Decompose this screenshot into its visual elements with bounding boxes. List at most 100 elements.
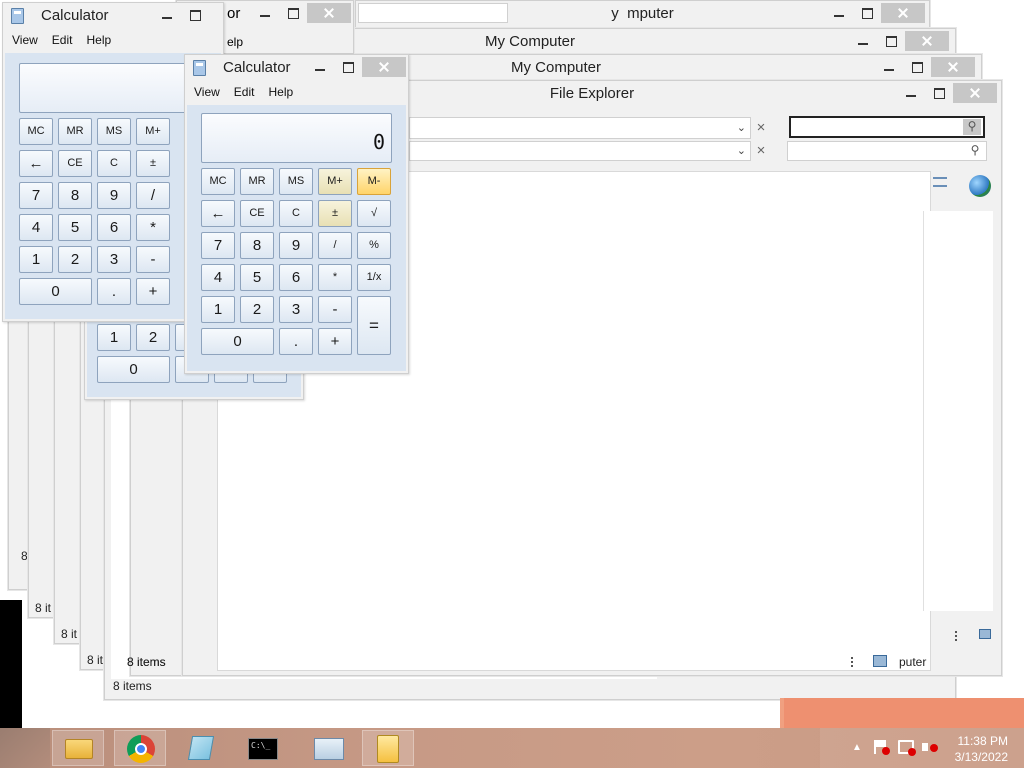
- minimize-button[interactable]: [849, 31, 877, 51]
- menu-view[interactable]: View: [187, 83, 227, 103]
- minimize-button[interactable]: [251, 3, 279, 23]
- taskbar-chrome[interactable]: [114, 730, 166, 766]
- window-controls[interactable]: [306, 57, 406, 77]
- calc-key-reciprocal[interactable]: 1/x: [357, 264, 391, 291]
- window-controls[interactable]: [153, 5, 209, 25]
- background-window-top[interactable]: y mputer: [355, 0, 930, 28]
- calc-key-2[interactable]: 2: [58, 246, 92, 273]
- calc-key-3[interactable]: 3: [279, 296, 313, 323]
- calc-key-percent[interactable]: %: [357, 232, 391, 259]
- menu-help[interactable]: Help: [261, 83, 300, 103]
- menu-edit[interactable]: Edit: [227, 83, 262, 103]
- calc-key-backspace[interactable]: ←: [19, 150, 53, 177]
- menu-view[interactable]: View: [5, 31, 45, 51]
- calc-key-1[interactable]: 1: [19, 246, 53, 273]
- close-button[interactable]: [307, 3, 351, 23]
- calculator-window[interactable]: Calculator View Edit Help 0 MC MR MS M+ …: [184, 54, 409, 374]
- calc-key-8[interactable]: 8: [240, 232, 274, 259]
- volume-muted-icon[interactable]: [922, 740, 938, 754]
- calc-key-decimal[interactable]: .: [279, 328, 313, 355]
- calc-key-multiply[interactable]: *: [318, 264, 352, 291]
- calc-key-mplus[interactable]: M+: [136, 118, 170, 145]
- taskbar-calculator[interactable]: [362, 730, 414, 766]
- minimize-button[interactable]: [875, 57, 903, 77]
- calc-key-0[interactable]: 0: [19, 278, 92, 305]
- calc-key-7[interactable]: 7: [19, 182, 53, 209]
- calc-key-divide[interactable]: /: [136, 182, 170, 209]
- minimize-button[interactable]: [153, 5, 181, 25]
- calc-key-6[interactable]: 6: [279, 264, 313, 291]
- calc-key-0[interactable]: 0: [97, 356, 170, 383]
- close-button[interactable]: [881, 3, 925, 23]
- menu-help[interactable]: Help: [79, 31, 118, 51]
- search-input-secondary[interactable]: ⚲: [787, 141, 987, 161]
- minimize-button[interactable]: [306, 57, 334, 77]
- calc-key-equals[interactable]: =: [357, 296, 391, 355]
- calc-key-4[interactable]: 4: [201, 264, 235, 291]
- maximize-button[interactable]: [925, 83, 953, 103]
- calc-key-0[interactable]: 0: [201, 328, 274, 355]
- search-icon[interactable]: ⚲: [963, 119, 981, 135]
- close-button[interactable]: [362, 57, 406, 77]
- clock[interactable]: 11:38 PM 3/13/2022: [955, 733, 1008, 765]
- calc-key-c[interactable]: C: [97, 150, 131, 177]
- calc-key-ms[interactable]: MS: [279, 168, 313, 195]
- minimize-button[interactable]: [825, 3, 853, 23]
- menu-edit[interactable]: Edit: [45, 31, 80, 51]
- calc-key-7[interactable]: 7: [201, 232, 235, 259]
- maximize-button[interactable]: [334, 57, 362, 77]
- address-bar-secondary[interactable]: ⌄: [409, 141, 751, 161]
- calc-key-4[interactable]: 4: [19, 214, 53, 241]
- window-controls[interactable]: [875, 57, 975, 77]
- menu-fragment[interactable]: elp: [227, 35, 243, 49]
- calc-key-3[interactable]: 3: [97, 246, 131, 273]
- calc-key-decimal[interactable]: .: [97, 278, 131, 305]
- thumbnail-view-icon[interactable]: [979, 629, 991, 639]
- calc-key-sqrt[interactable]: √: [357, 200, 391, 227]
- calc-key-minus[interactable]: -: [318, 296, 352, 323]
- window-controls[interactable]: [825, 3, 925, 23]
- calc-key-plus[interactable]: +: [318, 328, 352, 355]
- calc-key-divide[interactable]: /: [318, 232, 352, 259]
- calc-key-5[interactable]: 5: [58, 214, 92, 241]
- action-center-flag-icon[interactable]: [874, 740, 890, 755]
- calc-key-c[interactable]: C: [279, 200, 313, 227]
- calc-key-mc[interactable]: MC: [201, 168, 235, 195]
- calc-key-mminus[interactable]: M-: [357, 168, 391, 195]
- background-window-orange[interactable]: [780, 698, 1024, 728]
- calc-key-2[interactable]: 2: [136, 324, 170, 351]
- maximize-button[interactable]: [877, 31, 905, 51]
- view-list-icon[interactable]: [933, 177, 947, 187]
- calc-key-8[interactable]: 8: [58, 182, 92, 209]
- calc-key-backspace[interactable]: ←: [201, 200, 235, 227]
- address-bar[interactable]: ⌄: [409, 117, 751, 139]
- chevron-down-icon[interactable]: ⌄: [737, 144, 746, 157]
- calc-key-5[interactable]: 5: [240, 264, 274, 291]
- calc-key-9[interactable]: 9: [279, 232, 313, 259]
- calc-key-negate[interactable]: ±: [318, 200, 352, 227]
- window-controls[interactable]: [849, 31, 949, 51]
- calc-key-mr[interactable]: MR: [58, 118, 92, 145]
- show-hidden-icons-icon[interactable]: ▲: [852, 742, 862, 753]
- details-view-icon[interactable]: [955, 631, 969, 641]
- calc-key-minus[interactable]: -: [136, 246, 170, 273]
- taskbar-file-explorer[interactable]: [52, 730, 104, 766]
- calc-key-mr[interactable]: MR: [240, 168, 274, 195]
- close-icon[interactable]: ×: [751, 118, 771, 138]
- maximize-button[interactable]: [903, 57, 931, 77]
- search-icon[interactable]: ⚲: [966, 143, 984, 159]
- thumbnail-view-icon[interactable]: [873, 655, 887, 667]
- maximize-button[interactable]: [853, 3, 881, 23]
- calc-key-mplus[interactable]: M+: [318, 168, 352, 195]
- calc-key-1[interactable]: 1: [201, 296, 235, 323]
- search-input[interactable]: ⚲: [789, 116, 985, 138]
- maximize-button[interactable]: [279, 3, 307, 23]
- maximize-button[interactable]: [181, 5, 209, 25]
- taskbar-command-prompt[interactable]: C:\_: [238, 730, 290, 766]
- calc-key-1[interactable]: 1: [97, 324, 131, 351]
- taskbar-notepad[interactable]: [176, 730, 228, 766]
- close-button[interactable]: [953, 83, 997, 103]
- minimize-button[interactable]: [897, 83, 925, 103]
- close-button[interactable]: [931, 57, 975, 77]
- calc-key-ce[interactable]: CE: [58, 150, 92, 177]
